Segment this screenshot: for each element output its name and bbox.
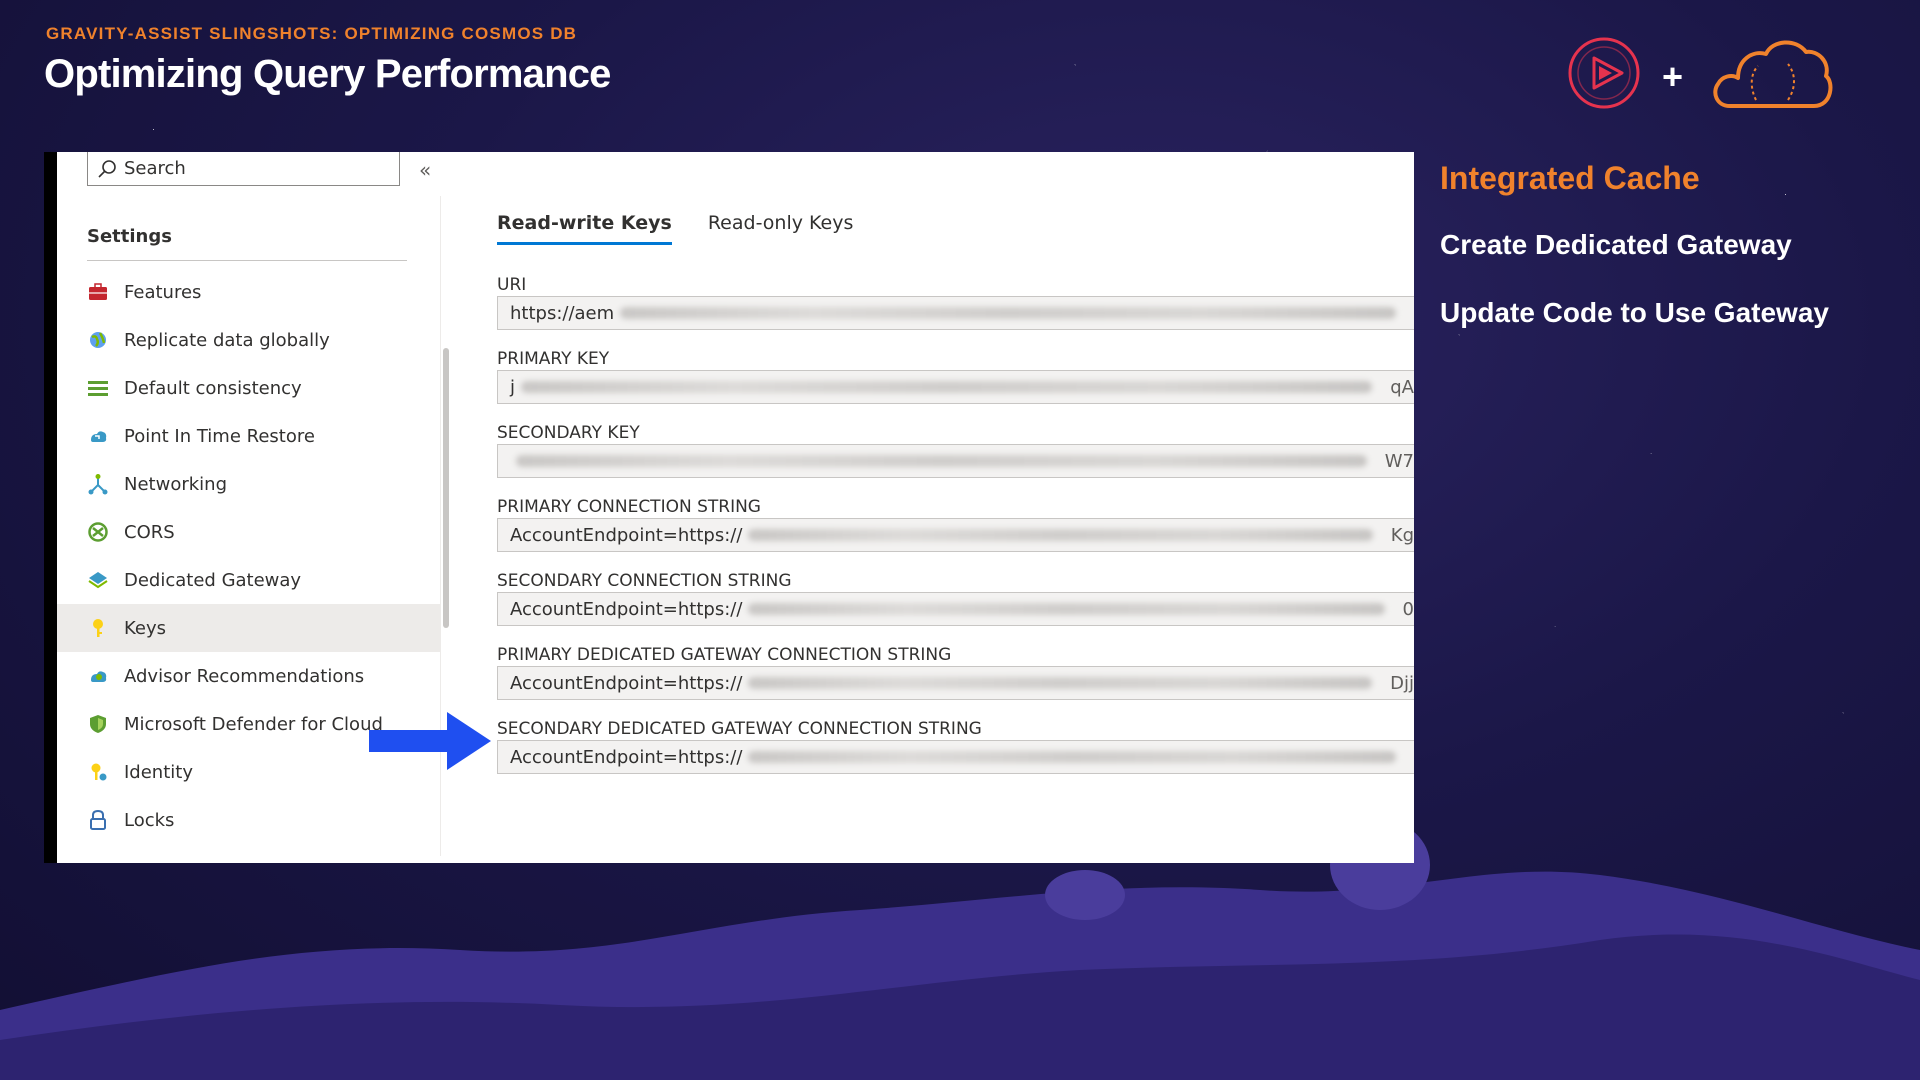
sidebar-item-label: Features bbox=[124, 281, 202, 303]
search-input[interactable]: Search bbox=[87, 152, 400, 186]
field-tail: Djj bbox=[1390, 672, 1414, 694]
uri-field[interactable]: https://aem bbox=[497, 296, 1414, 330]
tab-read-only-keys[interactable]: Read-only Keys bbox=[708, 212, 854, 245]
sidebar-item-advisor[interactable]: Advisor Recommendations bbox=[57, 652, 440, 700]
field-value: AccountEndpoint=https:// bbox=[510, 598, 743, 620]
sidebar-item-consistency[interactable]: Default consistency bbox=[57, 364, 440, 412]
search-placeholder: Search bbox=[124, 158, 186, 179]
slide-title: Optimizing Query Performance bbox=[44, 52, 611, 96]
globe-icon bbox=[90, 332, 106, 348]
identity-icon bbox=[91, 763, 107, 781]
primary-key-field[interactable]: j qA bbox=[497, 370, 1414, 404]
nav-scrollbar[interactable] bbox=[443, 348, 449, 628]
field-label-secondary-gateway-connection-string: SECONDARY DEDICATED GATEWAY CONNECTION S… bbox=[497, 719, 982, 739]
sidebar-item-label: Microsoft Defender for Cloud bbox=[124, 713, 383, 735]
side-item-create-gateway: Create Dedicated Gateway bbox=[1440, 229, 1792, 260]
sidebar-item-dedicated-gateway[interactable]: Dedicated Gateway bbox=[57, 556, 440, 604]
azure-portal-screenshot: Search « Settings Features Replicate dat… bbox=[44, 152, 1414, 863]
network-icon bbox=[88, 474, 108, 495]
secondary-key-field[interactable]: W7 bbox=[497, 444, 1414, 478]
sidebar-item-locks[interactable]: Locks bbox=[57, 796, 440, 844]
sidebar-item-label: CORS bbox=[124, 521, 175, 543]
sidebar-item-label: Dedicated Gateway bbox=[124, 569, 302, 591]
redacted-blur bbox=[620, 307, 1396, 319]
shield-icon bbox=[90, 715, 106, 733]
sidebar-item-label: Identity bbox=[124, 761, 193, 783]
primary-connection-string-field[interactable]: AccountEndpoint=https:// Kg bbox=[497, 518, 1414, 552]
redacted-blur bbox=[748, 677, 1373, 689]
field-label-primary-key: PRIMARY KEY bbox=[497, 349, 610, 369]
side-item-update-code: Update Code to Use Gateway bbox=[1440, 297, 1829, 328]
sidebar-item-label: Keys bbox=[124, 617, 167, 639]
side-panel: Integrated Cache Create Dedicated Gatewa… bbox=[1440, 160, 1900, 365]
field-label-primary-gateway-connection-string: PRIMARY DEDICATED GATEWAY CONNECTION STR… bbox=[497, 645, 952, 665]
sidebar-item-keys[interactable]: Keys bbox=[57, 604, 440, 652]
gateway-icon bbox=[88, 572, 108, 589]
field-value: AccountEndpoint=https:// bbox=[510, 746, 743, 768]
side-heading: Integrated Cache bbox=[1440, 160, 1700, 196]
sidebar-item-label: Locks bbox=[124, 809, 175, 831]
restore-icon bbox=[91, 431, 107, 442]
sidebar-item-features[interactable]: Features bbox=[57, 268, 440, 316]
sidebar-item-networking[interactable]: Networking bbox=[57, 460, 440, 508]
field-value: AccountEndpoint=https:// bbox=[510, 672, 743, 694]
field-value: AccountEndpoint=https:// bbox=[510, 524, 743, 546]
sidebar-item-restore[interactable]: Point In Time Restore bbox=[57, 412, 440, 460]
slide-eyebrow: GRAVITY-ASSIST SLINGSHOTS: OPTIMIZING CO… bbox=[46, 24, 578, 43]
redacted-blur bbox=[748, 603, 1385, 615]
cloud-logo-icon bbox=[1713, 40, 1833, 108]
field-value: j bbox=[510, 376, 516, 398]
keys-tabs: Read-write Keys Read-only Keys bbox=[497, 212, 853, 245]
nav-divider bbox=[87, 260, 407, 261]
primary-gateway-connection-string-field[interactable]: AccountEndpoint=https:// Djj bbox=[497, 666, 1414, 700]
field-tail: W7 bbox=[1384, 450, 1414, 472]
plus-sign: + bbox=[1662, 56, 1684, 97]
lock-icon bbox=[90, 809, 106, 830]
cors-icon bbox=[88, 522, 108, 542]
redacted-blur bbox=[748, 529, 1373, 541]
redacted-blur bbox=[521, 381, 1373, 393]
redacted-blur bbox=[748, 751, 1396, 763]
field-label-primary-connection-string: PRIMARY CONNECTION STRING bbox=[497, 497, 761, 517]
key-icon bbox=[93, 619, 103, 637]
secondary-connection-string-field[interactable]: AccountEndpoint=https:// 0 bbox=[497, 592, 1414, 626]
sidebar-item-replicate[interactable]: Replicate data globally bbox=[57, 316, 440, 364]
sidebar-item-cors[interactable]: CORS bbox=[57, 508, 440, 556]
tab-read-write-keys[interactable]: Read-write Keys bbox=[497, 212, 672, 245]
sidebar-item-label: Advisor Recommendations bbox=[124, 665, 365, 687]
nav-heading-settings: Settings bbox=[87, 226, 172, 247]
secondary-gateway-connection-string-field[interactable]: AccountEndpoint=https:// bbox=[497, 740, 1414, 774]
field-label-secondary-connection-string: SECONDARY CONNECTION STRING bbox=[497, 571, 792, 591]
sidebar-item-label: Point In Time Restore bbox=[124, 425, 315, 447]
field-label-uri: URI bbox=[497, 275, 527, 295]
sidebar-item-label: Default consistency bbox=[124, 377, 302, 399]
redacted-blur bbox=[516, 455, 1367, 467]
lines-icon bbox=[88, 381, 108, 396]
sidebar-item-label: Networking bbox=[124, 473, 227, 495]
advisor-icon bbox=[91, 671, 107, 682]
field-label-secondary-key: SECONDARY KEY bbox=[497, 423, 640, 443]
field-tail: 0 bbox=[1402, 598, 1414, 620]
briefcase-icon bbox=[89, 283, 107, 300]
search-icon bbox=[98, 159, 116, 178]
sidebar-item-label: Replicate data globally bbox=[124, 329, 330, 351]
field-value: https://aem bbox=[510, 302, 615, 324]
field-tail: Kg bbox=[1390, 524, 1414, 546]
field-tail: qA bbox=[1390, 376, 1414, 398]
pluralsight-logo-icon bbox=[1568, 37, 1640, 109]
keys-fields: URI https://aem PRIMARY KEY j qA SECONDA… bbox=[497, 274, 1414, 792]
pointer-arrow-icon bbox=[369, 712, 491, 770]
collapse-sidebar-icon[interactable]: « bbox=[419, 158, 431, 182]
